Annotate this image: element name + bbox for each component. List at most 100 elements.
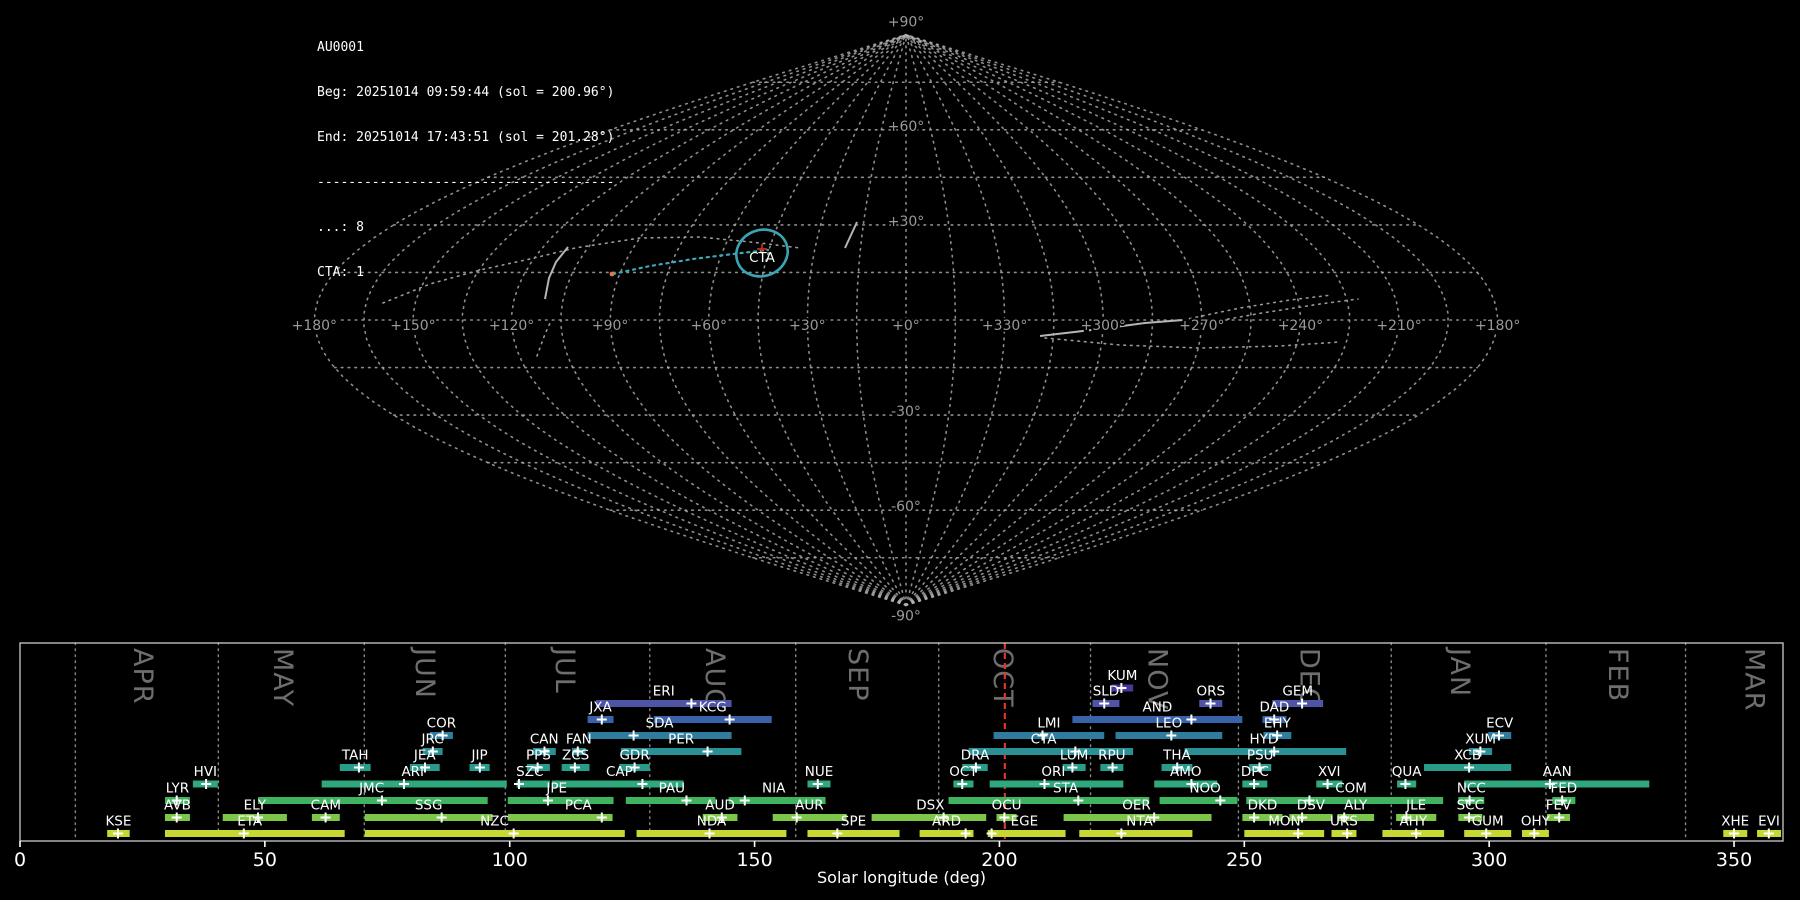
shower-label-CTA: CTA	[1031, 732, 1058, 748]
shower-label-ZCS: ZCS	[562, 748, 589, 764]
shower-label-COR: COR	[427, 716, 456, 732]
shower-bar-SPE	[807, 830, 899, 837]
shower-label-ARI: ARI	[401, 764, 424, 780]
shower-label-ETA: ETA	[237, 814, 263, 830]
shower-bar-SSG	[365, 814, 493, 821]
x-tick-label: 0	[14, 849, 26, 871]
shower-bar-EGE	[988, 830, 1066, 837]
shower-label-QUA: QUA	[1392, 764, 1423, 780]
shower-label-DAD: DAD	[1260, 700, 1290, 716]
x-tick-label: 200	[981, 849, 1017, 871]
shower-label-LYR: LYR	[166, 781, 189, 797]
shower-label-XCB: XCB	[1454, 748, 1481, 764]
shower-label-JMC: JMC	[358, 781, 384, 797]
shower-bar-AUR	[773, 814, 847, 821]
shower-bar-DSX	[872, 814, 987, 821]
shower-label-XVI: XVI	[1318, 764, 1340, 780]
shower-label-DPC: DPC	[1241, 764, 1269, 780]
shower-label-FED: FED	[1550, 781, 1577, 797]
shower-label-GUM: GUM	[1472, 814, 1504, 830]
info-count-cta: CTA: 1	[317, 265, 614, 280]
shower-label-DSV: DSV	[1297, 798, 1326, 814]
shower-label-SZC: SZC	[516, 764, 543, 780]
shower-label-EVI: EVI	[1758, 814, 1780, 830]
month-label-SEP: SEP	[842, 648, 873, 701]
shower-label-DSX: DSX	[916, 798, 944, 814]
x-tick-label: 100	[492, 849, 528, 871]
x-tick-label: 350	[1716, 849, 1752, 871]
shower-label-AVB: AVB	[164, 798, 191, 814]
info-end-time: End: 20251014 17:43:51 (sol = 201.28°)	[317, 130, 614, 145]
shower-label-ALY: ALY	[1344, 798, 1368, 814]
shower-label-CAM: CAM	[311, 798, 341, 814]
shower-label-TAH: TAH	[341, 748, 369, 764]
shower-label-JLE: JLE	[1405, 798, 1426, 814]
shower-label-XUM: XUM	[1465, 732, 1496, 748]
shower-label-CAN: CAN	[530, 732, 559, 748]
month-label-MAY: MAY	[267, 648, 298, 707]
shower-label-ARD: ARD	[932, 814, 961, 830]
shower-label-GDR: GDR	[619, 748, 649, 764]
shower-label-LMI: LMI	[1037, 716, 1060, 732]
shower-label-AUR: AUR	[795, 798, 824, 814]
shower-label-MON: MON	[1268, 814, 1300, 830]
shower-label-PER: PER	[668, 732, 694, 748]
shower-label-NIA: NIA	[762, 781, 786, 797]
info-separator: --------------------------------------	[317, 175, 614, 190]
shower-label-NOO: NOO	[1189, 781, 1220, 797]
shower-label-AHY: AHY	[1399, 814, 1427, 830]
month-label-JUL: JUL	[549, 646, 580, 694]
shower-bar-NZC	[365, 830, 625, 837]
shower-label-FAN: FAN	[566, 732, 592, 748]
info-station-id: AU0001	[317, 40, 614, 55]
shower-label-LEO: LEO	[1156, 716, 1183, 732]
x-tick-label: 300	[1471, 849, 1507, 871]
shower-label-DRA: DRA	[961, 748, 990, 764]
shower-label-JPE: JPE	[545, 781, 567, 797]
shower-bar-SDA	[588, 732, 732, 739]
shower-label-LUM: LUM	[1060, 748, 1088, 764]
shower-label-PSU: PSU	[1247, 748, 1274, 764]
shower-label-OER: OER	[1122, 798, 1151, 814]
shower-label-JXA: JXA	[588, 700, 612, 716]
shower-label-SSG: SSG	[415, 798, 443, 814]
shower-label-AUD: AUD	[705, 798, 735, 814]
x-tick-label: 250	[1226, 849, 1262, 871]
shower-label-ERI: ERI	[653, 684, 675, 700]
x-tick-label: 50	[253, 849, 277, 871]
shower-label-OHY: OHY	[1521, 814, 1551, 830]
info-count-other: ...: 8	[317, 220, 614, 235]
shower-label-DKD: DKD	[1248, 798, 1278, 814]
shower-label-ECV: ECV	[1486, 716, 1514, 732]
shower-bar-MON	[1244, 830, 1324, 837]
month-label-MAR: MAR	[1739, 648, 1770, 712]
month-label-JAN: JAN	[1444, 646, 1475, 697]
shower-label-KCG: KCG	[699, 700, 727, 716]
shower-label-ELY: ELY	[244, 798, 267, 814]
shower-bar-NTA	[1079, 830, 1192, 837]
shower-label-STA: STA	[1053, 781, 1079, 797]
shower-label-ORS: ORS	[1196, 684, 1225, 700]
shower-bar-PAU	[626, 797, 716, 804]
shower-bar-JMC	[258, 797, 488, 804]
shower-label-THA: THA	[1162, 748, 1191, 764]
shower-bar-STA	[949, 797, 1150, 804]
shower-bar-JPE	[508, 797, 614, 804]
shower-label-AMO: AMO	[1170, 764, 1202, 780]
month-label-FEB: FEB	[1602, 648, 1633, 702]
shower-label-KUM: KUM	[1107, 668, 1137, 684]
shower-label-RPU: RPU	[1098, 748, 1125, 764]
shower-label-NCC: NCC	[1457, 781, 1486, 797]
shower-label-PCA: PCA	[565, 798, 593, 814]
shower-label-SPE: SPE	[841, 814, 866, 830]
shower-label-JRC: JRC	[421, 732, 444, 748]
shower-label-ORI: ORI	[1041, 764, 1065, 780]
shower-label-SDA: SDA	[646, 716, 675, 732]
shower-bar-ETA	[165, 830, 345, 837]
shower-label-JIP: JIP	[471, 748, 488, 764]
meteor-radiant-app: CTA+180°+150°+120°+90°+60°+30°+0°+330°+3…	[0, 0, 1800, 900]
shower-label-SCC: SCC	[1457, 798, 1484, 814]
observation-info: AU0001 Beg: 20251014 09:59:44 (sol = 200…	[317, 10, 614, 310]
shower-label-SLD: SLD	[1093, 684, 1120, 700]
shower-label-NDA: NDA	[697, 814, 727, 830]
